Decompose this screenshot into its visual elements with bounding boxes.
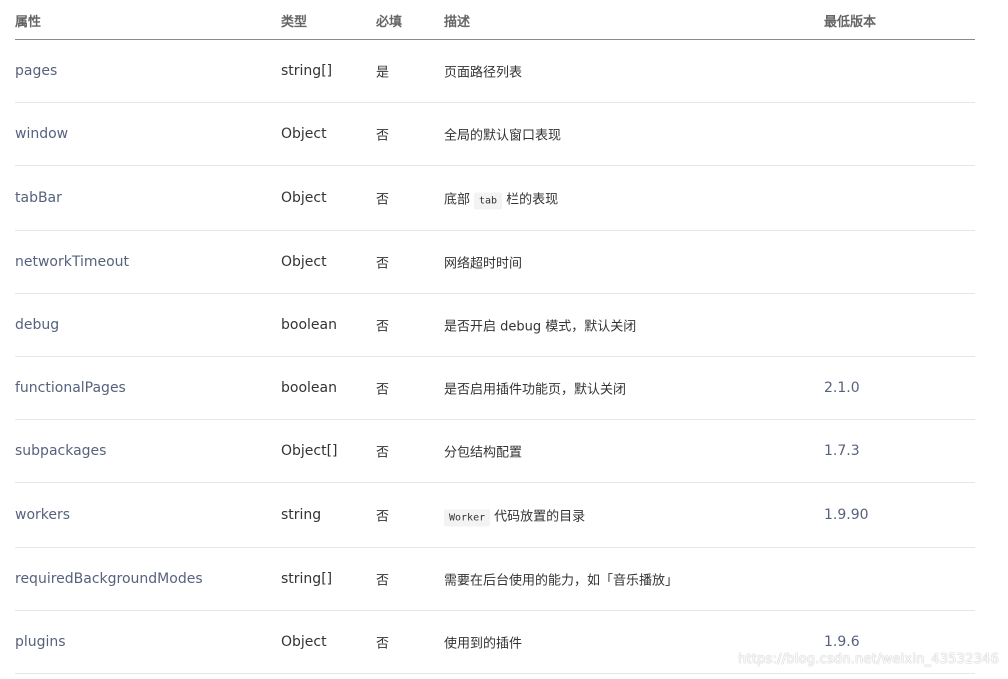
desc-cell: 底部 tab 栏的表现 bbox=[444, 189, 559, 210]
desc-text: 底部 bbox=[444, 192, 471, 208]
table-row: debug boolean 否 是否开启 debug 模式，默认关闭 bbox=[15, 294, 975, 357]
attr-cell: window bbox=[15, 126, 69, 142]
attr-cell: debug bbox=[15, 317, 60, 333]
table-row: networkTimeout Object 否 网络超时时间 bbox=[15, 231, 975, 294]
required-cell: 否 bbox=[376, 256, 390, 272]
desc-cell: 全局的默认窗口表现 bbox=[444, 128, 562, 144]
type-cell: Object bbox=[281, 634, 327, 650]
type-cell: string bbox=[281, 507, 322, 523]
table-row: functionalPages boolean 否 是否启用插件功能页，默认关闭… bbox=[15, 357, 975, 420]
table-row: workers string 否 Worker 代码放置的目录 1.9.90 bbox=[15, 483, 975, 548]
config-table: 属性 类型 必填 描述 最低版本 pages string[] 是 页面路径列表… bbox=[15, 0, 975, 674]
required-cell: 否 bbox=[376, 445, 390, 461]
table-row: tabBar Object 否 底部 tab 栏的表现 bbox=[15, 166, 975, 231]
table-header: 属性 类型 必填 描述 最低版本 bbox=[15, 0, 975, 40]
header-attr: 属性 bbox=[15, 15, 42, 30]
type-cell: Object[] bbox=[281, 443, 338, 459]
desc-cell: 分包结构配置 bbox=[444, 445, 523, 461]
type-cell: boolean bbox=[281, 317, 337, 333]
required-cell: 否 bbox=[376, 509, 390, 525]
attr-cell: subpackages bbox=[15, 443, 107, 459]
required-cell: 否 bbox=[376, 573, 390, 589]
header-type: 类型 bbox=[281, 15, 308, 30]
attr-cell: functionalPages bbox=[15, 380, 126, 396]
min-version-cell: 1.9.90 bbox=[824, 507, 869, 523]
header-required: 必填 bbox=[376, 15, 403, 30]
type-cell: Object bbox=[281, 126, 327, 142]
attr-cell: plugins bbox=[15, 634, 66, 650]
desc-cell: 需要在后台使用的能力，如「音乐播放」 bbox=[444, 573, 679, 589]
table-row: window Object 否 全局的默认窗口表现 bbox=[15, 103, 975, 166]
watermark: https://blog.csdn.net/weixin_43532346 bbox=[738, 652, 999, 667]
desc-cell: 页面路径列表 bbox=[444, 65, 523, 81]
desc-cell: Worker 代码放置的目录 bbox=[444, 506, 586, 527]
required-cell: 否 bbox=[376, 382, 390, 398]
desc-text: 栏的表现 bbox=[506, 192, 559, 208]
attr-cell: workers bbox=[15, 507, 71, 523]
desc-cell: 是否启用插件功能页，默认关闭 bbox=[444, 382, 627, 398]
type-cell: boolean bbox=[281, 380, 337, 396]
min-version-cell: 2.1.0 bbox=[824, 380, 860, 396]
table-row: pages string[] 是 页面路径列表 bbox=[15, 40, 975, 103]
desc-text: 代码放置的目录 bbox=[494, 509, 586, 525]
required-cell: 否 bbox=[376, 319, 390, 335]
header-desc: 描述 bbox=[444, 15, 471, 30]
inline-code: Worker bbox=[444, 509, 491, 527]
desc-cell: 是否开启 debug 模式，默认关闭 bbox=[444, 319, 637, 335]
header-min-version: 最低版本 bbox=[824, 15, 877, 30]
required-cell: 否 bbox=[376, 192, 390, 208]
attr-cell: networkTimeout bbox=[15, 254, 130, 270]
type-cell: Object bbox=[281, 190, 327, 206]
min-version-cell: 1.9.6 bbox=[824, 634, 860, 650]
inline-code: tab bbox=[474, 192, 503, 210]
type-cell: string[] bbox=[281, 571, 333, 587]
min-version-cell: 1.7.3 bbox=[824, 443, 860, 459]
required-cell: 否 bbox=[376, 128, 390, 144]
type-cell: Object bbox=[281, 254, 327, 270]
required-cell: 否 bbox=[376, 636, 390, 652]
type-cell: string[] bbox=[281, 63, 333, 79]
table-row: subpackages Object[] 否 分包结构配置 1.7.3 bbox=[15, 420, 975, 483]
desc-cell: 网络超时时间 bbox=[444, 256, 523, 272]
required-cell: 是 bbox=[376, 65, 390, 81]
attr-cell: pages bbox=[15, 63, 58, 79]
table-row: requiredBackgroundModes string[] 否 需要在后台… bbox=[15, 548, 975, 611]
desc-cell: 使用到的插件 bbox=[444, 636, 523, 652]
attr-cell: requiredBackgroundModes bbox=[15, 571, 203, 587]
attr-cell: tabBar bbox=[15, 190, 62, 206]
